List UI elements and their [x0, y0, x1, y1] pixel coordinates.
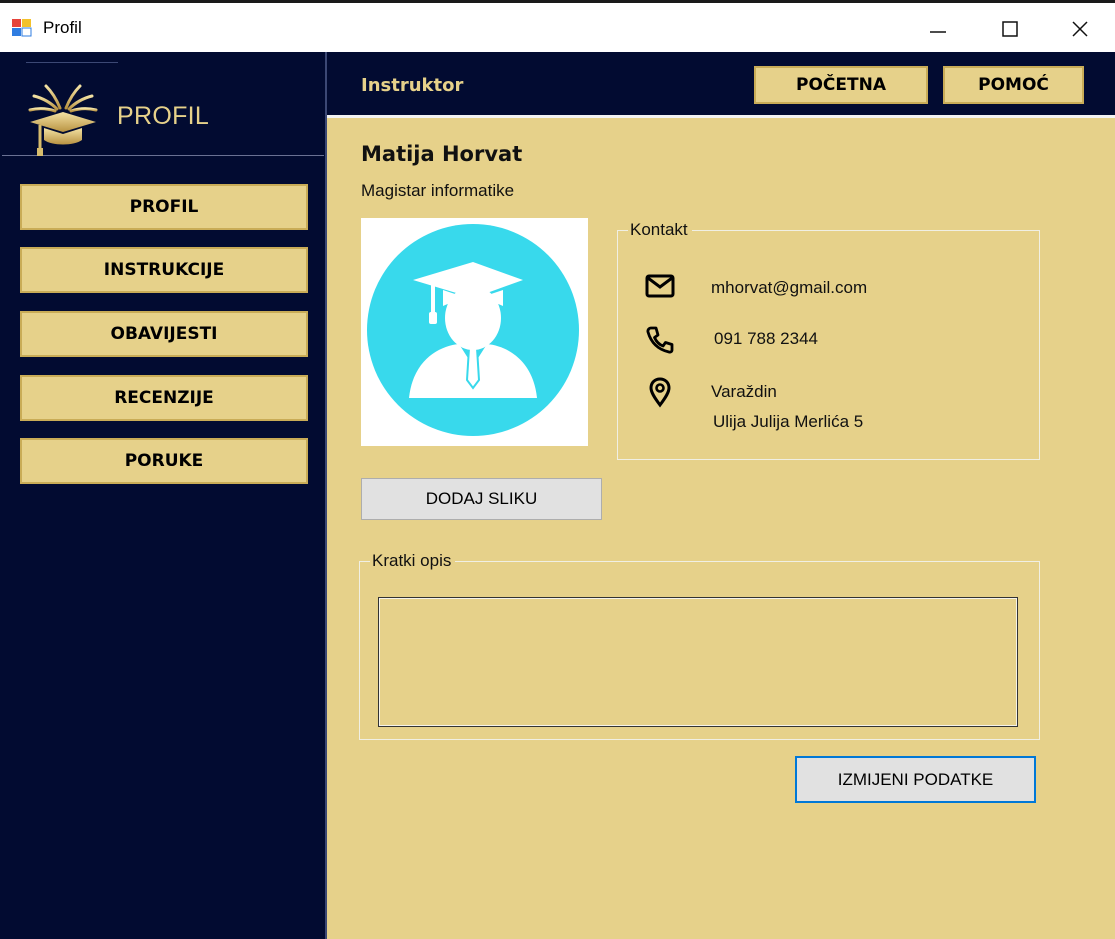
- profile-photo: [361, 218, 588, 446]
- contact-city: Varaždin: [711, 382, 777, 401]
- close-icon: [1072, 21, 1088, 37]
- minimize-button[interactable]: [915, 9, 961, 49]
- sidebar-item-obavijesti[interactable]: OBAVIJESTI: [20, 311, 308, 357]
- windows-forms-app-icon: [12, 19, 32, 37]
- sidebar-item-poruke[interactable]: PORUKE: [20, 438, 308, 484]
- sidebar-logo: PROFIL: [2, 62, 324, 156]
- window-title-bar: Profil: [0, 0, 1115, 52]
- home-button[interactable]: POČETNA: [754, 66, 928, 104]
- description-textarea[interactable]: [378, 597, 1018, 727]
- description-legend: Kratki opis: [372, 551, 452, 570]
- window-title: Profil: [43, 18, 82, 37]
- envelope-icon: [645, 274, 675, 298]
- location-pin-icon: [649, 377, 671, 408]
- graduate-avatar-icon: [367, 224, 579, 436]
- header-title: Instruktor: [361, 75, 464, 96]
- help-button[interactable]: POMOĆ: [943, 66, 1084, 104]
- contact-street: Ulija Julija Merlića 5: [713, 412, 864, 431]
- profile-name: Matija Horvat: [361, 142, 523, 166]
- logo-divider: [26, 62, 118, 63]
- sidebar-item-profil[interactable]: PROFIL: [20, 184, 308, 230]
- contact-email: mhorvat@gmail.com: [711, 278, 868, 297]
- add-photo-button[interactable]: DODAJ SLIKU: [361, 478, 602, 520]
- maximize-icon: [1002, 21, 1018, 37]
- profile-title: Magistar informatike: [361, 181, 515, 200]
- maximize-button[interactable]: [987, 9, 1033, 49]
- minimize-icon: [930, 31, 946, 33]
- profile-content: Matija Horvat Magistar informatike DODAJ…: [327, 118, 1115, 939]
- contact-group: Kontakt mhorvat@gmail.com 091 788 2344 V…: [617, 220, 1040, 460]
- contact-legend: Kontakt: [630, 220, 688, 239]
- sidebar-item-instrukcije[interactable]: INSTRUKCIJE: [20, 247, 308, 293]
- edit-details-button[interactable]: IZMIJENI PODATKE: [795, 756, 1036, 803]
- phone-icon: [646, 326, 674, 354]
- close-button[interactable]: [1057, 9, 1103, 49]
- graduation-cap-logo-icon: [28, 80, 98, 156]
- header-bar: Instruktor POČETNA POMOĆ: [327, 52, 1115, 118]
- description-group: Kratki opis: [359, 551, 1040, 740]
- sidebar: PROFIL PROFIL INSTRUKCIJE OBAVIJESTI REC…: [0, 52, 327, 939]
- sidebar-item-recenzije[interactable]: RECENZIJE: [20, 375, 308, 421]
- contact-phone: 091 788 2344: [714, 329, 818, 348]
- sidebar-logo-text: PROFIL: [117, 102, 210, 130]
